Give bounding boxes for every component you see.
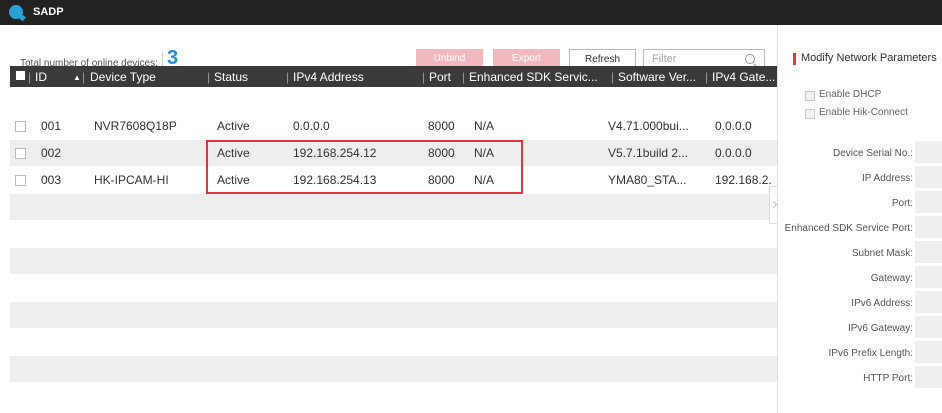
sdk-port-label: Enhanced SDK Service Port: xyxy=(784,223,913,234)
column-header-sdk[interactable]: Enhanced SDK Servic... xyxy=(469,70,598,84)
sadp-logo-icon xyxy=(9,5,23,19)
ip-address-label: IP Address: xyxy=(862,173,913,184)
enable-dhcp-checkbox[interactable] xyxy=(805,91,815,101)
column-header-ipv4[interactable]: IPv4 Address xyxy=(293,70,364,84)
column-separator: | xyxy=(462,70,466,84)
column-separator: | xyxy=(705,70,709,84)
title-bar: SADP xyxy=(0,0,942,25)
select-all-checkbox[interactable] xyxy=(16,71,25,80)
column-separator: | xyxy=(82,70,86,84)
cell-gateway: 192.168.2. xyxy=(715,173,772,187)
cell-ipv4: 0.0.0.0 xyxy=(293,119,330,133)
empty-row xyxy=(10,356,777,382)
port-field[interactable] xyxy=(915,191,942,213)
ipv6-address-field[interactable] xyxy=(915,291,942,313)
ip-address-field[interactable] xyxy=(915,166,942,188)
cell-id: 003 xyxy=(41,173,62,187)
section-marker xyxy=(793,53,796,65)
cell-id: 001 xyxy=(41,119,62,133)
cell-software: V5.7.1build 2... xyxy=(608,146,689,160)
serial-field[interactable] xyxy=(915,141,942,163)
empty-row xyxy=(10,194,777,220)
cell-port: 8000 xyxy=(428,119,455,133)
cell-gateway: 0.0.0.0 xyxy=(715,146,752,160)
ipv6-address-label: IPv6 Address: xyxy=(851,298,913,309)
ipv6-gateway-label: IPv6 Gateway: xyxy=(847,323,913,334)
cell-software: V4.71.000bui... xyxy=(608,119,689,133)
http-port-field[interactable] xyxy=(915,366,942,388)
serial-label: Device Serial No.: xyxy=(832,148,913,159)
port-label: Port: xyxy=(891,198,913,209)
cell-software: YMA80_STA... xyxy=(608,173,687,187)
column-separator: | xyxy=(207,70,211,84)
column-header-device-type[interactable]: Device Type xyxy=(90,70,156,84)
column-header-gateway[interactable]: IPv4 Gate... xyxy=(712,70,775,84)
row-checkbox[interactable] xyxy=(15,148,26,159)
enable-hik-connect-checkbox[interactable] xyxy=(805,109,815,119)
ipv6-prefix-field[interactable] xyxy=(915,341,942,363)
chevron-right-icon[interactable] xyxy=(769,186,777,224)
cell-id: 002 xyxy=(41,146,62,160)
column-header-port[interactable]: Port xyxy=(429,70,451,84)
column-header-id[interactable]: ID xyxy=(35,70,47,84)
column-header-software[interactable]: Software Ver... xyxy=(618,70,696,84)
table-row[interactable]: 001 NVR7608Q18P Active 0.0.0.0 8000 N/A … xyxy=(10,113,777,139)
cell-status: Active xyxy=(217,119,250,133)
row-checkbox[interactable] xyxy=(15,175,26,186)
sdk-port-field[interactable] xyxy=(915,216,942,238)
device-table-header: | ID ▲ | Device Type | Status | IPv4 Add… xyxy=(10,66,777,87)
ipv6-gateway-field[interactable] xyxy=(915,316,942,338)
subnet-mask-label: Subnet Mask: xyxy=(851,248,913,259)
enable-dhcp-label: Enable DHCP xyxy=(819,89,882,100)
filter-placeholder: Filter xyxy=(652,53,677,65)
sort-ascending-icon[interactable]: ▲ xyxy=(73,73,81,82)
selection-highlight-box xyxy=(206,140,523,194)
ipv6-prefix-label: IPv6 Prefix Length: xyxy=(828,348,914,359)
column-separator: | xyxy=(422,70,426,84)
panel-title: Modify Network Parameters xyxy=(801,52,937,64)
empty-row xyxy=(10,248,777,274)
column-separator: | xyxy=(286,70,290,84)
empty-row xyxy=(10,302,777,328)
modify-network-panel: Modify Network Parameters Enable DHCP En… xyxy=(777,25,942,413)
cell-device-type: HK-IPCAM-HI xyxy=(94,173,169,187)
subnet-mask-field[interactable] xyxy=(915,241,942,263)
column-header-status[interactable]: Status xyxy=(214,70,248,84)
http-port-label: HTTP Port: xyxy=(863,373,913,384)
cell-device-type: NVR7608Q18P xyxy=(94,119,177,133)
column-separator: | xyxy=(611,70,615,84)
gateway-label: Gateway: xyxy=(870,273,913,284)
app-title: SADP xyxy=(33,6,64,18)
row-checkbox[interactable] xyxy=(15,121,26,132)
cell-sdk: N/A xyxy=(474,119,495,133)
enable-hik-connect-label: Enable Hik-Connect xyxy=(819,107,908,118)
search-icon[interactable] xyxy=(745,54,755,64)
column-separator: | xyxy=(28,70,32,84)
gateway-field[interactable] xyxy=(915,266,942,288)
cell-gateway: 0.0.0.0 xyxy=(715,119,752,133)
